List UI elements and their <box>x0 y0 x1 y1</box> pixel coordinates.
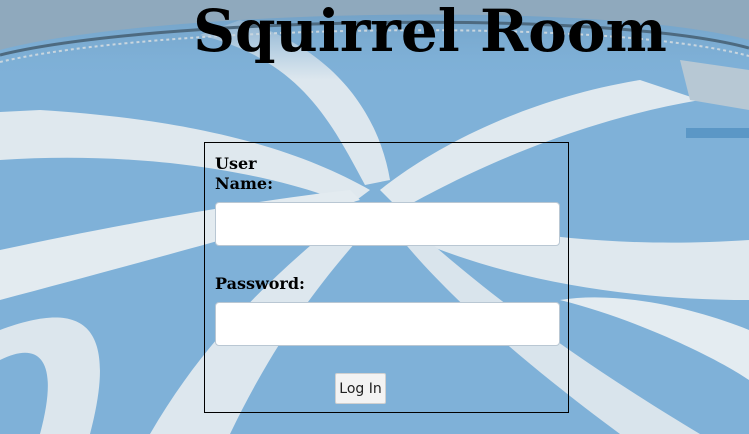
login-button[interactable]: Log In <box>335 373 386 404</box>
password-label: Password: <box>215 274 305 293</box>
page-title: Squirrel Room <box>193 0 667 65</box>
username-label: User Name: <box>215 154 274 193</box>
login-form: User Name: Password: Log In <box>204 142 569 413</box>
password-input[interactable] <box>215 302 560 346</box>
username-input[interactable] <box>215 202 560 246</box>
